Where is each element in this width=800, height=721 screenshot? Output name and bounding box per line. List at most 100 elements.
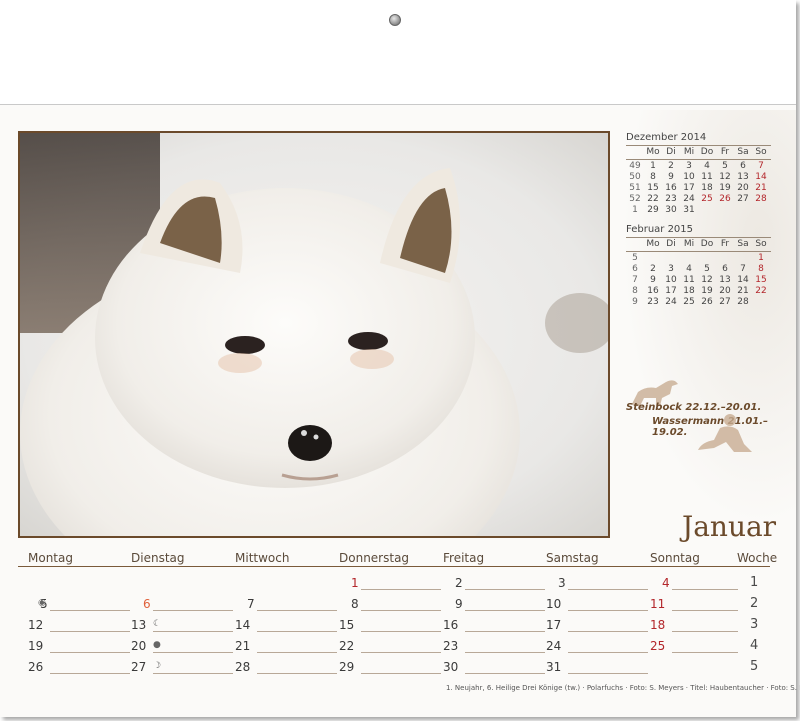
mini-day: 4 [686,264,692,274]
mini-week-row: 49 1 2 3 4 5 6 7 [626,161,771,172]
day-writing-line [50,610,130,611]
mini-day: 28 [755,194,767,204]
mini-weekday: Do [700,239,714,249]
mini-day: 21 [737,286,749,296]
mini-week-number: 9 [632,297,638,307]
day-writing-line [568,652,648,653]
mini-day: 26 [701,297,713,307]
weekday-header: Mittwoch [235,551,290,565]
weekday-header: Samstag [546,551,599,565]
mini-week-row: 51 [626,253,771,264]
day-writing-line [672,610,738,611]
mini-day: 14 [737,275,749,285]
mini-weekday: So [755,239,767,249]
day-writing-line [361,673,441,674]
day-writing-line [465,631,545,632]
mini-week-number: 52 [629,194,641,204]
mini-day: 13 [737,172,749,182]
mini-day: 15 [647,183,659,193]
day-writing-line [153,631,233,632]
mini-day: 8 [758,264,764,274]
arctic-fox-photo [18,131,610,538]
day-number: 6 [143,597,151,611]
mini-day: 4 [704,161,710,171]
day-writing-line [361,631,441,632]
day-number: 23 [443,639,459,653]
mini-day: 3 [686,161,692,171]
mini-day: 7 [758,161,764,171]
day-writing-line [465,610,545,611]
fox-illustration [20,133,608,536]
weekday-header: Woche [737,551,778,565]
mini-day [752,205,770,216]
mini-week-row: 51 15 16 17 18 19 20 21 [626,183,771,194]
day-writing-line [672,631,738,632]
mini-day: 13 [719,275,731,285]
hanger-hole-icon [389,14,401,26]
mini-day [716,205,734,216]
week-number: 5 [750,659,759,674]
mini-day: 2 [668,161,674,171]
mini-weekday: Fr [720,147,730,157]
day-writing-line [568,631,648,632]
day-number: 25 [650,639,666,653]
mini-weekday: Mo [646,147,660,157]
day-number: 7 [247,597,255,611]
day-writing-line [361,589,441,590]
day-number: 2 [455,576,463,590]
mini-week-number: 5 [632,253,638,263]
mini-day: 22 [647,194,659,204]
mini-day: 11 [701,172,713,182]
week-number: 3 [750,617,759,632]
weekday-header: Montag [28,551,73,565]
week-number: 2 [750,596,759,611]
mini-day [698,253,716,264]
day-number: 15 [339,618,355,632]
day-writing-line [672,652,738,653]
day-writing-line [568,673,648,674]
moon-phase-icon: ☽ [153,661,162,671]
mini-day: 18 [701,183,713,193]
mini-week-row: 6 2 3 4 5 6 7 8 [626,264,771,275]
day-number: 30 [443,660,459,674]
mini-day [734,253,752,264]
mini-day: 27 [737,194,749,204]
day-number: 12 [28,618,44,632]
mini-day: 16 [665,183,677,193]
day-number: 19 [28,639,44,653]
mini-week-header [626,239,644,250]
day-writing-line [361,652,441,653]
mini-week-row: 52 22 23 24 25 26 27 28 [626,194,771,205]
week-number: 4 [750,638,759,653]
mini-day: 7 [740,264,746,274]
mini-weekday: Do [700,147,714,157]
mini-day: 22 [755,286,767,296]
mini-day: 21 [755,183,767,193]
mini-day: 20 [719,286,731,296]
mini-day: 1 [650,161,656,171]
mini-day [680,253,698,264]
mini-week-row: 50 8 9 10 11 12 13 14 [626,172,771,183]
mini-day: 5 [722,161,728,171]
mini-calendar-december: Dezember 2014 Mo Di Mi Do Fr Sa So 49 1 2 3 4 5 6 7 50… [626,132,771,216]
mini-day [698,205,716,216]
mini-day: 31 [683,205,695,215]
day-number: 9 [455,597,463,611]
mini-weekday: Mo [646,239,660,249]
mini-day: 17 [683,183,695,193]
day-number: 28 [235,660,251,674]
day-number: 27 [131,660,147,674]
mini-day: 10 [683,172,695,182]
mini-day: 19 [701,286,713,296]
day-writing-line [153,673,233,674]
mini-calendar-title: Dezember 2014 [626,132,707,143]
mini-day: 12 [719,172,731,182]
mini-weekday: Di [666,147,676,157]
mini-weekday: Mi [683,147,695,157]
day-number: 10 [546,597,562,611]
mini-week-number: 51 [629,183,641,193]
weekday-header: Donnerstag [339,551,410,565]
day-number: 11 [650,597,666,611]
day-number: 16 [443,618,459,632]
weekday-header: Sonntag [650,551,700,565]
